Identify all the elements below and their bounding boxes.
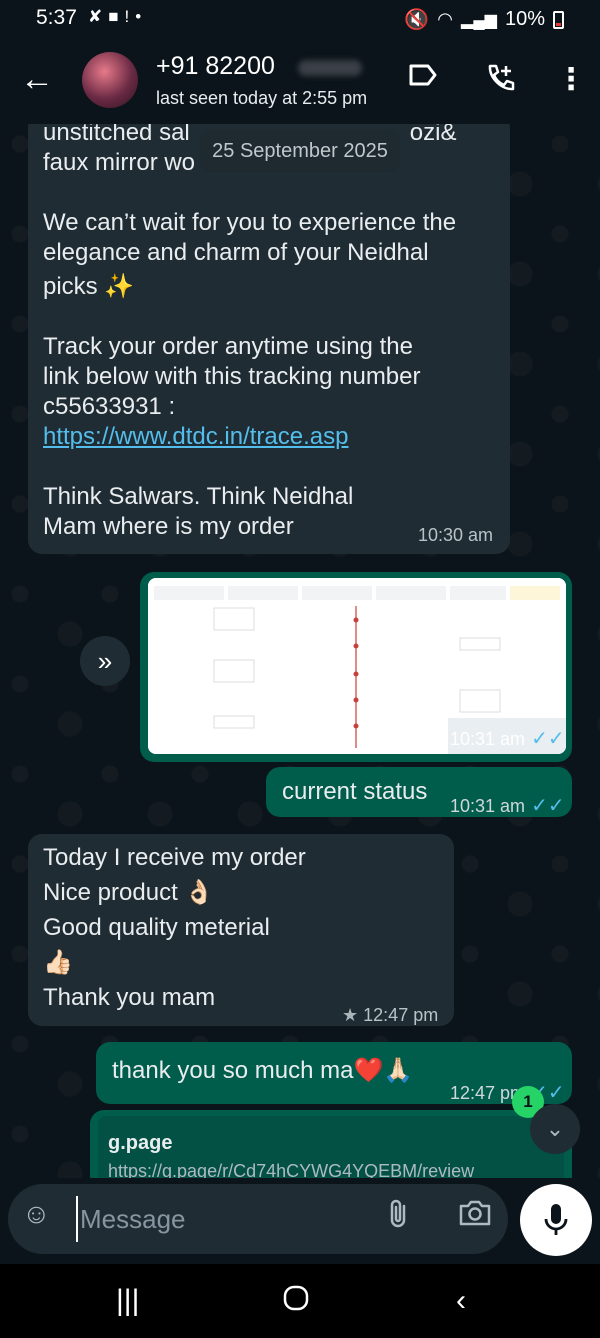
read-ticks-icon: ✓✓ bbox=[531, 728, 565, 750]
message-bubble-incoming[interactable]: Today I receive my order Nice product 👌🏻… bbox=[28, 834, 454, 1026]
label-icon[interactable] bbox=[408, 62, 438, 95]
message-line: c55633931 : bbox=[43, 393, 176, 420]
image-message[interactable]: 10:31 am ✓✓ bbox=[140, 572, 572, 762]
message-line: Good quality meterial bbox=[43, 914, 270, 941]
message-time: 10:31 am ✓✓ bbox=[450, 795, 565, 817]
message-line: Thank you mam bbox=[43, 984, 216, 1011]
message-line: picks ✨ bbox=[43, 273, 135, 300]
battery-icon bbox=[553, 10, 564, 29]
battery-text: 10% bbox=[504, 8, 545, 30]
status-notification-icons: ✘■!• bbox=[88, 7, 147, 27]
date-separator: 25 September 2025 bbox=[200, 130, 400, 172]
chat-area[interactable]: unstitched sal ozi& faux mirror wo We can… bbox=[0, 124, 600, 1178]
last-seen-status[interactable]: last seen today at 2:55 pm bbox=[156, 88, 367, 109]
forward-icon[interactable]: » bbox=[80, 636, 130, 686]
star-icon: ★ bbox=[342, 1005, 359, 1025]
message-line: 👍🏻 bbox=[43, 949, 73, 976]
missed-call-icon: ✘ bbox=[88, 7, 109, 26]
home-icon[interactable] bbox=[282, 1284, 310, 1320]
link-preview[interactable]: g.page https://g.page/r/Cd74hCYWG4YQEBM/… bbox=[98, 1116, 564, 1178]
tracking-link[interactable]: https://www.dtdc.in/trace.asp bbox=[43, 422, 503, 452]
message-line: Think Salwars. Think Neidhal bbox=[43, 483, 354, 510]
message-bubble-outgoing[interactable]: g.page https://g.page/r/Cd74hCYWG4YQEBM/… bbox=[90, 1110, 572, 1178]
chat-header: ← +91 82200 last seen today at 2:55 pm ⋮ bbox=[0, 38, 600, 124]
contact-name[interactable]: +91 82200 bbox=[156, 52, 275, 81]
status-system-icons: 🔇 ◠ ▂▄▆ 10% bbox=[404, 7, 564, 32]
signal-icon: ▂▄▆ bbox=[461, 11, 497, 29]
message-bubble-incoming[interactable]: unstitched sal ozi& faux mirror wo We can… bbox=[28, 124, 510, 554]
back-arrow-icon[interactable]: ← bbox=[20, 60, 54, 99]
scroll-down-icon[interactable]: ⌄ bbox=[530, 1104, 580, 1154]
emoji-sticker-icon[interactable]: ☺ bbox=[22, 1198, 51, 1230]
add-call-icon[interactable] bbox=[484, 62, 516, 101]
back-nav-icon[interactable]: ‹ bbox=[456, 1284, 466, 1318]
attach-icon[interactable] bbox=[386, 1198, 410, 1237]
message-text: thank you so much ma❤️🙏🏻 bbox=[112, 1057, 414, 1084]
message-time: 10:30 am bbox=[418, 525, 494, 545]
message-time: ★ 12:47 pm bbox=[342, 1005, 439, 1025]
microphone-icon[interactable] bbox=[520, 1184, 592, 1256]
message-line: link below with this tracking number bbox=[43, 363, 421, 390]
recent-apps-icon[interactable]: ||| bbox=[116, 1284, 139, 1318]
message-input[interactable] bbox=[76, 1196, 376, 1242]
link-preview-url: https://g.page/r/Cd74hCYWG4YQEBM/review bbox=[108, 1161, 475, 1178]
read-ticks-icon: ✓✓ bbox=[531, 795, 565, 817]
avatar[interactable] bbox=[82, 52, 138, 108]
message-composer: ☺ bbox=[8, 1184, 508, 1254]
redacted-name bbox=[298, 60, 362, 76]
alert-icon: ! bbox=[124, 7, 136, 26]
message-bubble-outgoing[interactable]: current status 10:31 am ✓✓ bbox=[266, 767, 572, 817]
message-time: 12:47 pm ✓✓ bbox=[450, 1082, 565, 1104]
message-bubble-outgoing[interactable]: thank you so much ma❤️🙏🏻 12:47 pm ✓✓ bbox=[96, 1042, 572, 1104]
message-text: current status bbox=[282, 778, 428, 805]
message-line: We can’t wait for you to experience the bbox=[43, 209, 457, 236]
link-preview-title: g.page bbox=[108, 1132, 173, 1154]
mute-icon: 🔇 bbox=[404, 9, 430, 31]
wifi-icon: ◠ bbox=[437, 9, 454, 29]
message-line: Track your order anytime using the bbox=[43, 333, 413, 360]
dot-icon: • bbox=[135, 7, 148, 26]
message-line: Today I receive my order bbox=[43, 844, 306, 871]
message-line: Nice product 👌🏻 bbox=[43, 879, 215, 906]
message-time: 10:31 am ✓✓ bbox=[450, 728, 565, 750]
more-options-icon[interactable]: ⋮ bbox=[556, 62, 586, 97]
folder-icon: ■ bbox=[108, 7, 125, 26]
message-line: elegance and charm of your Neidhal bbox=[43, 239, 429, 266]
status-bar: 5:37 ✘■!• 🔇 ◠ ▂▄▆ 10% bbox=[0, 0, 600, 38]
system-nav-bar: ||| ‹ bbox=[0, 1264, 600, 1338]
status-time: 5:37 bbox=[36, 6, 77, 29]
camera-icon[interactable] bbox=[458, 1198, 492, 1235]
